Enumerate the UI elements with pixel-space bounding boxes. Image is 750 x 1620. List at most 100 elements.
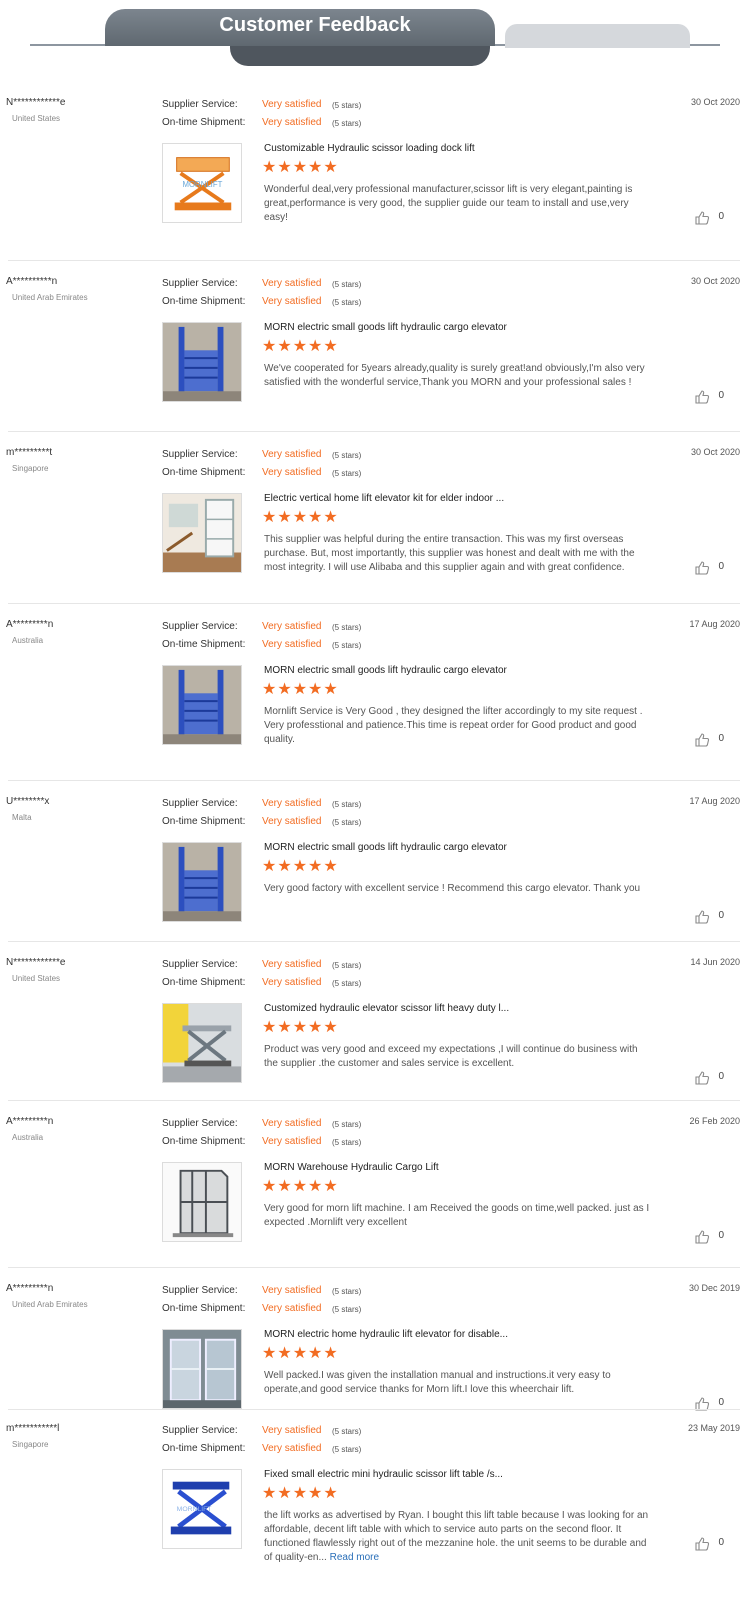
supplier-service-value: Very satisfied <box>262 798 322 809</box>
supplier-service-value: Very satisfied <box>262 278 322 289</box>
like-count: 0 <box>718 561 724 572</box>
supplier-service-stars: (5 stars) <box>332 1427 362 1436</box>
rating-stars: ★★★★★ <box>262 681 339 698</box>
cargo-lift-image[interactable] <box>162 665 242 745</box>
like-button[interactable] <box>694 1396 712 1414</box>
review-comment-text: Product was very good and exceed my expe… <box>264 1044 638 1069</box>
review-comment-text: Mornlift Service is Very Good , they des… <box>264 706 643 745</box>
review-comment: We've cooperated for 5years already,qual… <box>264 362 654 390</box>
reviewer-country: Australia <box>12 1133 44 1142</box>
reviewer-country: Malta <box>12 813 32 822</box>
ontime-shipment-label: On-time Shipment: <box>162 639 246 650</box>
like-count: 0 <box>718 211 724 222</box>
ontime-shipment-label: On-time Shipment: <box>162 467 246 478</box>
ontime-shipment-stars: (5 stars) <box>332 298 362 307</box>
supplier-service-value: Very satisfied <box>262 1285 322 1296</box>
supplier-service-stars: (5 stars) <box>332 1287 362 1296</box>
supplier-service-label: Supplier Service: <box>162 1285 238 1296</box>
like-count: 0 <box>718 1230 724 1241</box>
review-comment-text: Well packed.I was given the installation… <box>264 1370 611 1395</box>
product-title[interactable]: Electric vertical home lift elevator kit… <box>264 493 504 504</box>
ontime-shipment-label: On-time Shipment: <box>162 977 246 988</box>
product-title[interactable]: MORN electric small goods lift hydraulic… <box>264 665 507 676</box>
scissor-lift-image[interactable]: MORNLIFT <box>162 143 242 223</box>
thumbs-up-icon <box>695 1071 710 1085</box>
review-divider <box>8 1100 740 1101</box>
ontime-shipment-stars: (5 stars) <box>332 469 362 478</box>
thumbs-up-icon <box>695 1230 710 1244</box>
reviewer-name: A*********n <box>6 1283 54 1294</box>
review-date: 30 Dec 2019 <box>688 1283 740 1293</box>
thumbs-up-icon <box>695 390 710 404</box>
product-title[interactable]: MORN electric small goods lift hydraulic… <box>264 842 507 853</box>
supplier-service-value: Very satisfied <box>262 1425 322 1436</box>
review-date: 23 May 2019 <box>687 1423 740 1433</box>
review-comment: This supplier was helpful during the ent… <box>264 533 654 575</box>
like-button[interactable] <box>694 560 712 578</box>
ontime-shipment-label: On-time Shipment: <box>162 296 246 307</box>
ontime-shipment-stars: (5 stars) <box>332 1445 362 1454</box>
review-comment: Product was very good and exceed my expe… <box>264 1043 654 1071</box>
reviewer-name: N************e <box>6 957 66 968</box>
wheelchair-lift-image[interactable] <box>162 1329 242 1409</box>
ontime-shipment-label: On-time Shipment: <box>162 1443 246 1454</box>
product-title[interactable]: Fixed small electric mini hydraulic scis… <box>264 1469 503 1480</box>
ontime-shipment-label: On-time Shipment: <box>162 1303 246 1314</box>
review-comment-text: This supplier was helpful during the ent… <box>264 534 635 573</box>
like-button[interactable] <box>694 389 712 407</box>
review-comment: Mornlift Service is Very Good , they des… <box>264 705 654 747</box>
svg-text:MORNLIFT: MORNLIFT <box>177 1506 212 1513</box>
review-comment-text: Very good for morn lift machine. I am Re… <box>264 1203 650 1228</box>
ontime-shipment-value: Very satisfied <box>262 639 322 650</box>
like-button[interactable] <box>694 1536 712 1554</box>
header-secondary-tab <box>505 24 690 48</box>
read-more-link[interactable]: Read more <box>330 1552 379 1563</box>
ontime-shipment-stars: (5 stars) <box>332 119 362 128</box>
product-title[interactable]: MORN Warehouse Hydraulic Cargo Lift <box>264 1162 439 1173</box>
thumbs-up-icon <box>695 211 710 225</box>
supplier-service-stars: (5 stars) <box>332 451 362 460</box>
like-button[interactable] <box>694 909 712 927</box>
ontime-shipment-stars: (5 stars) <box>332 1305 362 1314</box>
reviewer-country: Australia <box>12 636 44 645</box>
heavy-scissor-lift-image[interactable] <box>162 1003 242 1083</box>
home-elevator-image[interactable] <box>162 493 242 573</box>
product-title[interactable]: MORN electric small goods lift hydraulic… <box>264 322 507 333</box>
review-date: 26 Feb 2020 <box>689 1116 740 1126</box>
warehouse-lift-image[interactable] <box>162 1162 242 1242</box>
thumbs-up-icon <box>695 910 710 924</box>
reviewer-country: United Arab Emirates <box>12 293 88 302</box>
product-title[interactable]: MORN electric home hydraulic lift elevat… <box>264 1329 508 1340</box>
svg-text:MORNLIFT: MORNLIFT <box>183 180 223 189</box>
reviewer-name: m*********t <box>6 447 53 458</box>
rating-stars: ★★★★★ <box>262 858 339 875</box>
supplier-service-label: Supplier Service: <box>162 99 238 110</box>
ontime-shipment-value: Very satisfied <box>262 1443 322 1454</box>
thumbs-up-icon <box>695 561 710 575</box>
cargo-lift-image[interactable] <box>162 322 242 402</box>
like-button[interactable] <box>694 1070 712 1088</box>
review-comment-text: We've cooperated for 5years already,qual… <box>264 363 645 388</box>
product-title[interactable]: Customized hydraulic elevator scissor li… <box>264 1003 509 1014</box>
review-divider <box>8 431 740 432</box>
review-date: 17 Aug 2020 <box>689 619 740 629</box>
like-button[interactable] <box>694 1229 712 1247</box>
supplier-service-stars: (5 stars) <box>332 101 362 110</box>
supplier-service-label: Supplier Service: <box>162 1118 238 1129</box>
rating-stars: ★★★★★ <box>262 1019 339 1036</box>
ontime-shipment-stars: (5 stars) <box>332 818 362 827</box>
mini-scissor-table-image[interactable]: MORNLIFT <box>162 1469 242 1549</box>
review-divider <box>8 1267 740 1268</box>
cargo-lift-image[interactable] <box>162 842 242 922</box>
like-button[interactable] <box>694 210 712 228</box>
like-count: 0 <box>718 1071 724 1082</box>
ontime-shipment-stars: (5 stars) <box>332 1138 362 1147</box>
rating-stars: ★★★★★ <box>262 1485 339 1502</box>
review-comment: the lift works as advertised by Ryan. I … <box>264 1509 654 1565</box>
review-divider <box>8 260 740 261</box>
product-title[interactable]: Customizable Hydraulic scissor loading d… <box>264 143 475 154</box>
review-date: 30 Oct 2020 <box>690 276 740 286</box>
like-button[interactable] <box>694 732 712 750</box>
ontime-shipment-value: Very satisfied <box>262 1136 322 1147</box>
thumbs-up-icon <box>695 733 710 747</box>
